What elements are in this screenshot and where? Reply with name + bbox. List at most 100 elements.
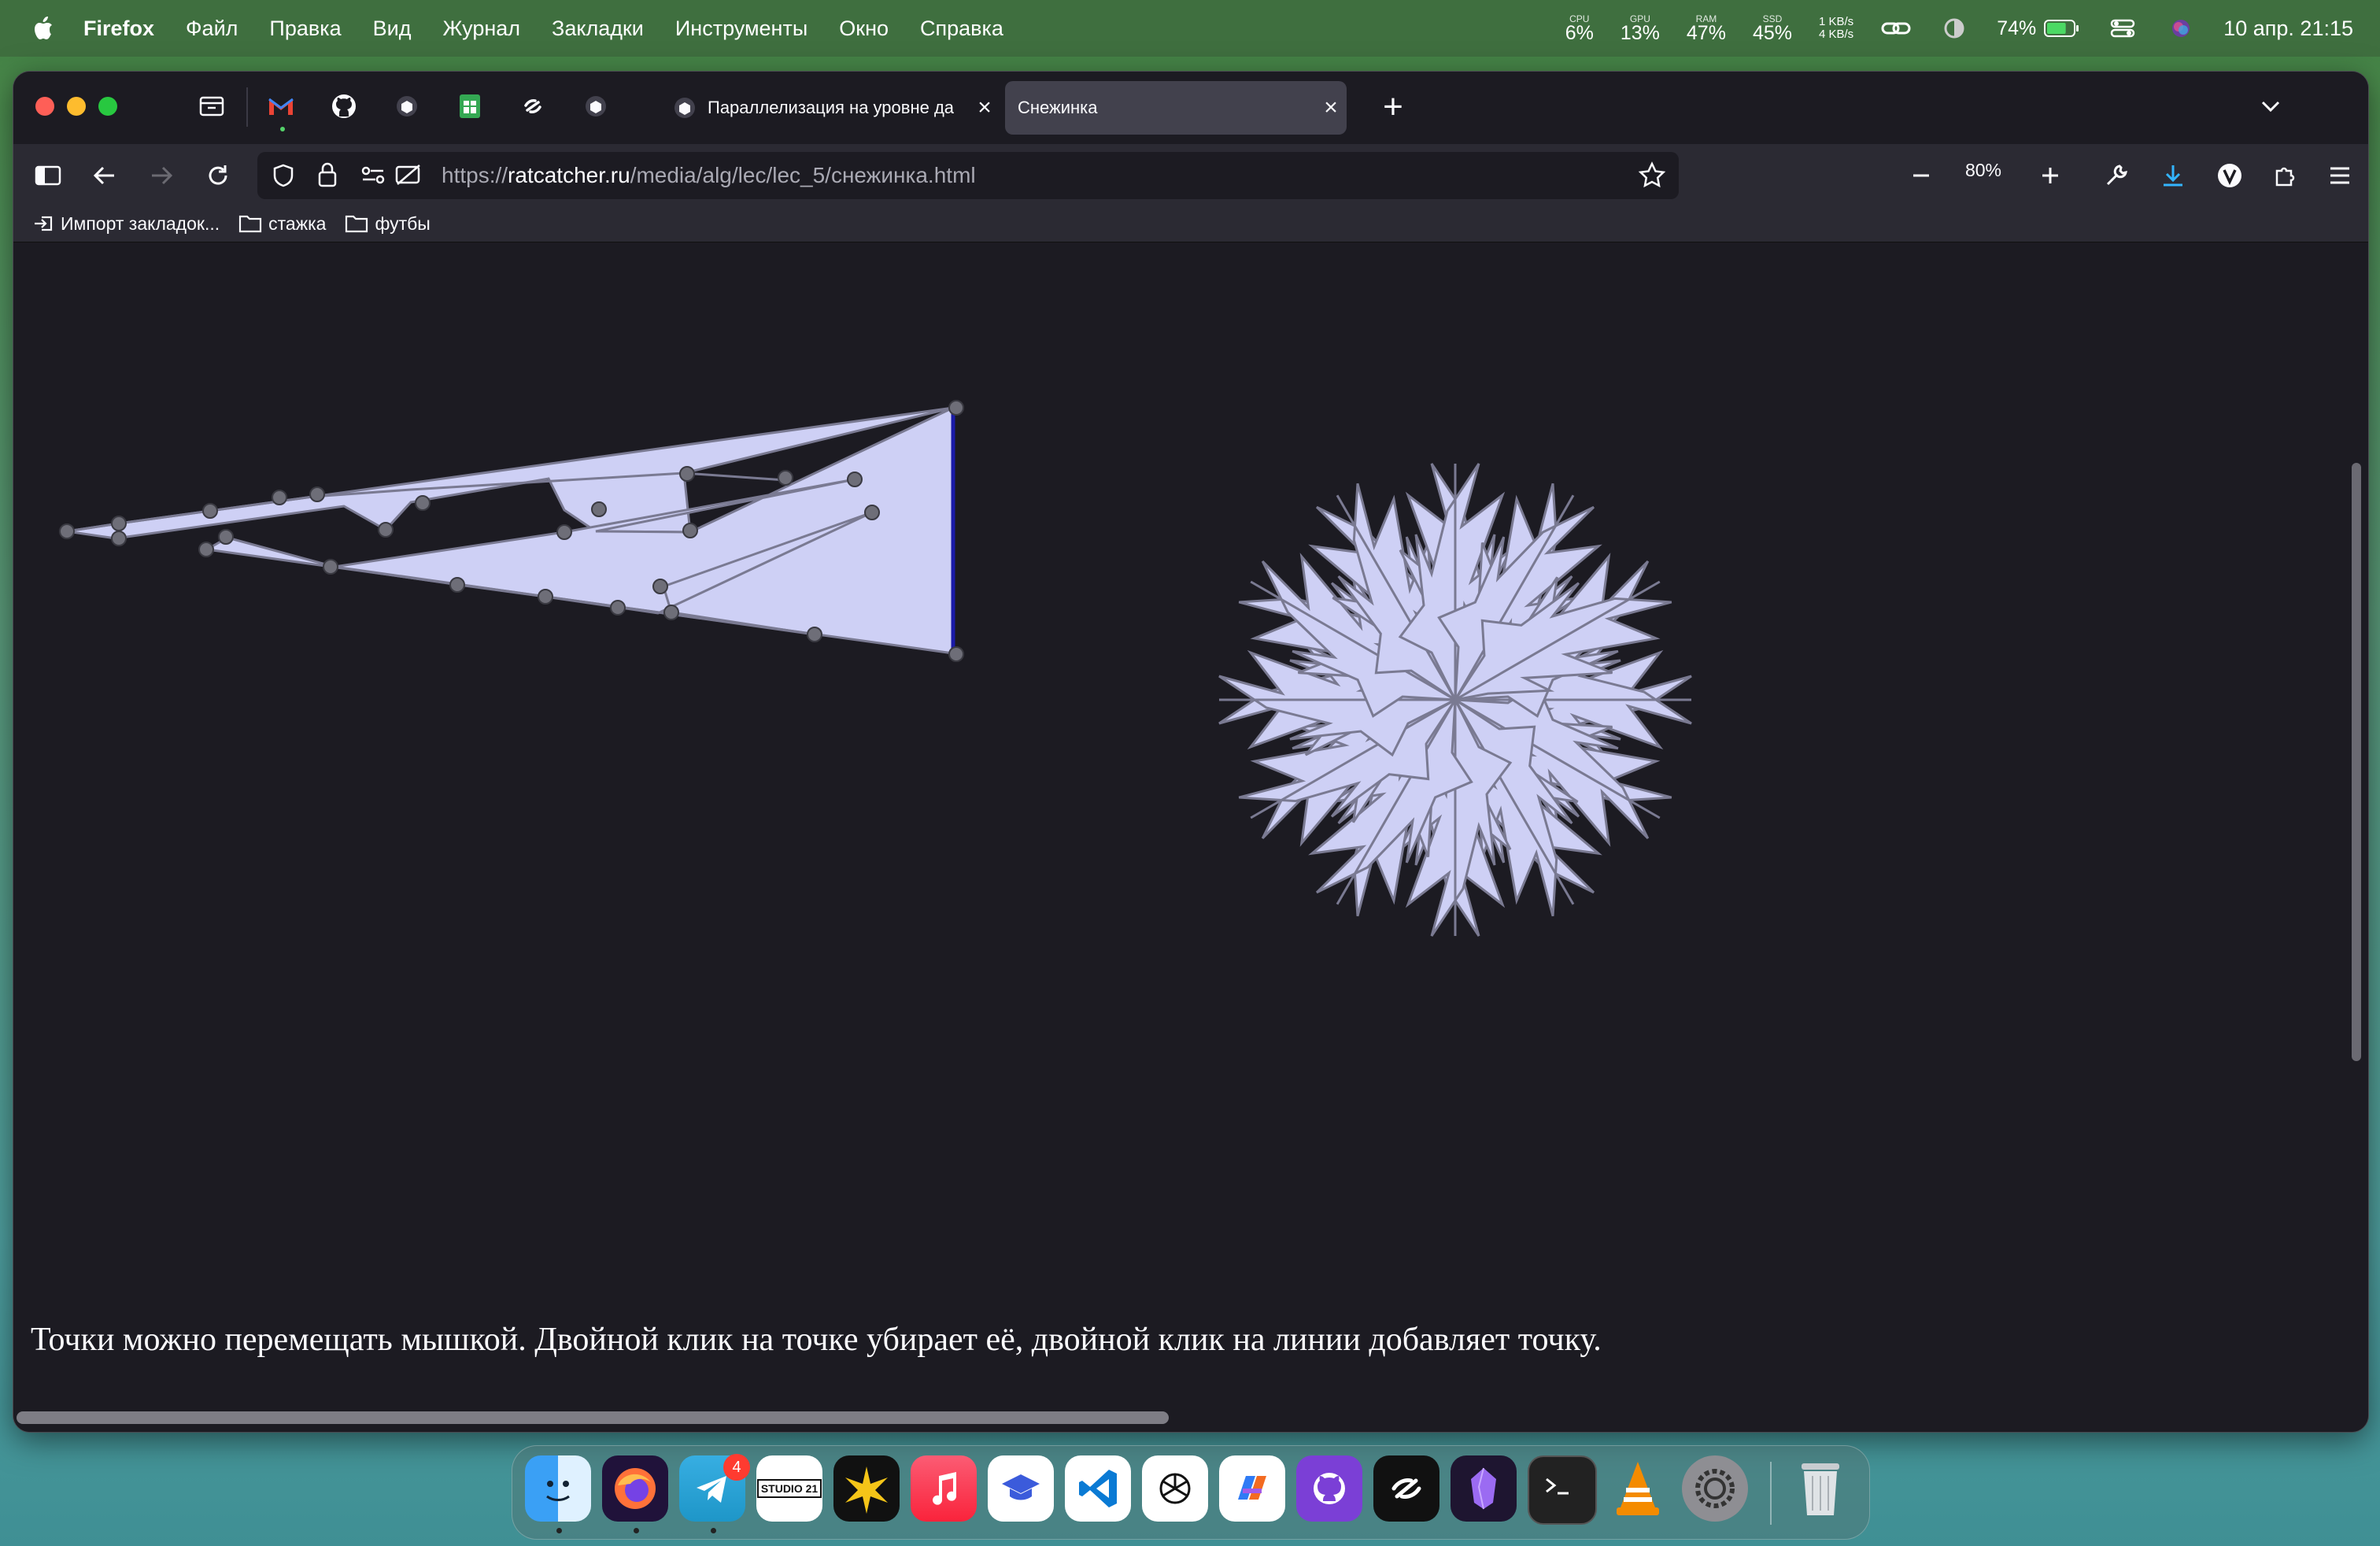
- reload-icon[interactable]: [201, 158, 235, 193]
- vlc-app-icon[interactable]: [1605, 1455, 1671, 1522]
- tab-close-icon[interactable]: ×: [1315, 94, 1347, 121]
- control-point[interactable]: [272, 490, 287, 505]
- studio21-app-icon[interactable]: STUDIO 21: [756, 1455, 822, 1522]
- control-point[interactable]: [378, 522, 394, 538]
- permissions-icon[interactable]: [360, 163, 386, 187]
- battery-indicator[interactable]: 74%: [1997, 17, 2080, 40]
- link-icon[interactable]: [1880, 17, 1912, 39]
- chatgpt-app-icon[interactable]: [1142, 1455, 1208, 1522]
- bookmark-folder-internship[interactable]: стажка: [238, 213, 326, 235]
- menu-view[interactable]: Вид: [373, 17, 412, 41]
- shield-icon[interactable]: [272, 163, 295, 188]
- forward-arrow-icon[interactable]: [144, 158, 179, 193]
- vertical-scrollbar[interactable]: [2345, 242, 2368, 1432]
- terminal-app-icon[interactable]: [1528, 1455, 1597, 1525]
- sidebar-toggle-icon[interactable]: [31, 158, 65, 193]
- menu-bookmarks[interactable]: Закладки: [552, 17, 644, 41]
- editor-polygon[interactable]: [203, 405, 955, 655]
- github-desktop-app-icon[interactable]: [1296, 1455, 1362, 1522]
- menu-app-name[interactable]: Firefox: [83, 17, 154, 41]
- menu-edit[interactable]: Правка: [269, 17, 341, 41]
- drawing-canvas[interactable]: [13, 242, 2345, 1187]
- site-pinned-tab-icon[interactable]: [580, 91, 612, 122]
- shape-editor[interactable]: [59, 400, 964, 662]
- gpu-stat[interactable]: GPU 13%: [1621, 14, 1660, 43]
- control-point[interactable]: [202, 503, 218, 519]
- trash-app-icon[interactable]: [1787, 1455, 1853, 1522]
- obsidian-app-icon[interactable]: [1451, 1455, 1517, 1522]
- control-point[interactable]: [864, 505, 880, 520]
- menu-history[interactable]: Журнал: [443, 17, 521, 41]
- copilot-app-icon[interactable]: [1219, 1455, 1285, 1522]
- chevron-down-icon[interactable]: [2255, 91, 2286, 122]
- control-point[interactable]: [538, 589, 553, 605]
- zoom-in-button[interactable]: [2033, 158, 2068, 193]
- ram-stat[interactable]: RAM 47%: [1687, 14, 1726, 43]
- cpu-stat[interactable]: CPU 6%: [1565, 14, 1594, 43]
- gmail-pinned-tab-icon[interactable]: [265, 91, 297, 122]
- scrollbar-thumb[interactable]: [17, 1411, 1169, 1424]
- autoplay-blocked-icon[interactable]: [394, 163, 423, 187]
- menu-tools[interactable]: Инструменты: [675, 17, 808, 41]
- zoom-out-button[interactable]: [1904, 158, 1938, 193]
- link-app-icon[interactable]: [1373, 1455, 1439, 1522]
- control-point[interactable]: [556, 524, 572, 540]
- address-bar[interactable]: https://ratcatcher.ru/media/alg/lec/lec_…: [257, 152, 1679, 199]
- spark-app-icon[interactable]: [833, 1455, 900, 1522]
- apple-menu-icon[interactable]: [28, 13, 60, 44]
- control-point[interactable]: [323, 559, 338, 575]
- url-text[interactable]: https://ratcatcher.ru/media/alg/lec/lec_…: [442, 163, 976, 188]
- firefox-view-icon[interactable]: [196, 91, 227, 122]
- new-tab-button[interactable]: +: [1373, 87, 1413, 127]
- wrench-icon[interactable]: [2099, 158, 2134, 193]
- control-point[interactable]: [948, 646, 964, 662]
- control-point[interactable]: [309, 486, 325, 502]
- horizontal-scrollbar[interactable]: [13, 1405, 2345, 1432]
- system-settings-app-icon[interactable]: [1682, 1455, 1748, 1522]
- education-app-icon[interactable]: [988, 1455, 1054, 1522]
- bookmark-folder-shirts[interactable]: футбы: [345, 213, 431, 235]
- control-point[interactable]: [59, 523, 75, 539]
- control-point[interactable]: [652, 579, 668, 594]
- control-point[interactable]: [610, 600, 626, 616]
- extensions-puzzle-icon[interactable]: [2267, 158, 2302, 193]
- bookmark-import[interactable]: Импорт закладок...: [32, 213, 220, 235]
- link-pinned-tab-icon[interactable]: [517, 91, 549, 122]
- scrollbar-thumb[interactable]: [2352, 463, 2361, 1061]
- control-point[interactable]: [449, 577, 465, 593]
- tab-parallelization[interactable]: Параллелизация на уровне да ×: [660, 81, 1000, 135]
- tab-snowflake[interactable]: Снежинка ×: [1005, 81, 1347, 135]
- hamburger-menu-icon[interactable]: [2323, 158, 2357, 193]
- control-point[interactable]: [682, 523, 698, 538]
- github-pinned-tab-icon[interactable]: [328, 91, 360, 122]
- extension-v-icon[interactable]: [2212, 158, 2247, 193]
- menu-help[interactable]: Справка: [920, 17, 1003, 41]
- downloads-icon[interactable]: [2156, 158, 2190, 193]
- vscode-app-icon[interactable]: [1065, 1455, 1131, 1522]
- back-arrow-icon[interactable]: [87, 158, 122, 193]
- window-maximize-button[interactable]: [98, 97, 117, 116]
- control-point[interactable]: [807, 627, 822, 642]
- control-point[interactable]: [218, 529, 234, 545]
- zoom-level[interactable]: 80%: [1951, 160, 2016, 181]
- firefox-app-icon[interactable]: [602, 1455, 668, 1522]
- control-point[interactable]: [415, 495, 431, 511]
- bookmark-star-icon[interactable]: [1638, 161, 1666, 190]
- control-point[interactable]: [111, 516, 127, 531]
- control-center-icon[interactable]: [2107, 17, 2138, 39]
- ssd-stat[interactable]: SSD 45%: [1753, 14, 1792, 43]
- menu-window[interactable]: Окно: [839, 17, 889, 41]
- window-minimize-button[interactable]: [67, 97, 86, 116]
- tab-close-icon[interactable]: ×: [969, 94, 1000, 121]
- control-point[interactable]: [663, 605, 679, 620]
- menu-file[interactable]: Файл: [186, 17, 238, 41]
- control-point[interactable]: [948, 400, 964, 416]
- control-point[interactable]: [111, 531, 127, 546]
- lock-icon[interactable]: [317, 161, 338, 188]
- music-app-icon[interactable]: [911, 1455, 977, 1522]
- window-close-button[interactable]: [35, 97, 54, 116]
- finder-app-icon[interactable]: [525, 1455, 591, 1522]
- sheets-pinned-tab-icon[interactable]: [454, 91, 486, 122]
- control-point[interactable]: [198, 542, 214, 557]
- control-point[interactable]: [591, 501, 607, 517]
